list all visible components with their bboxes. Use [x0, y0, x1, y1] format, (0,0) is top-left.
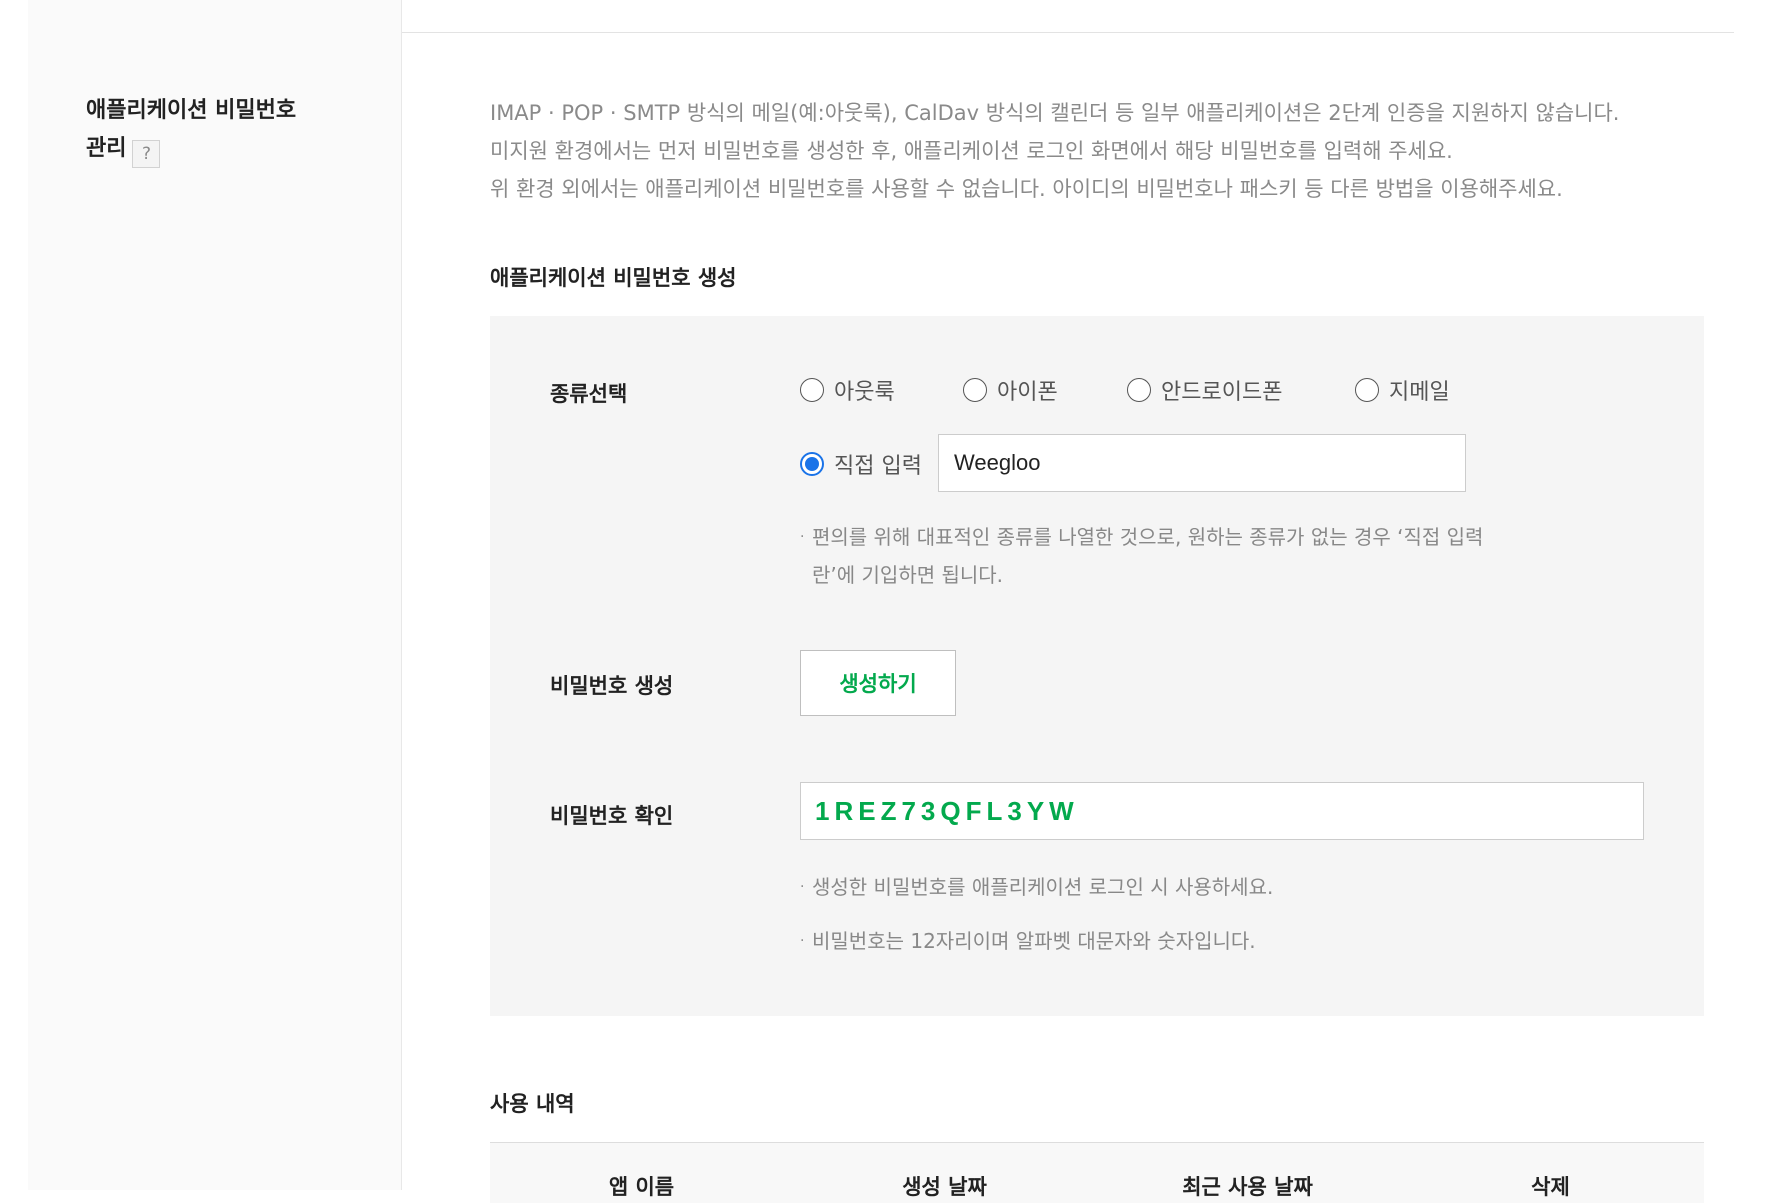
settings-section: 애플리케이션 비밀번호 관리? IMAP · POP · SMTP 방식의 메일…	[28, 0, 1734, 1203]
radio-button[interactable]	[1127, 378, 1151, 402]
radio-outlook[interactable]: 아웃룩	[800, 374, 895, 406]
create-heading: 애플리케이션 비밀번호 생성	[490, 266, 737, 290]
radio-button-selected[interactable]	[800, 452, 824, 476]
radio-button[interactable]	[800, 378, 824, 402]
radio-button[interactable]	[963, 378, 987, 402]
radio-label: 아웃룩	[834, 380, 895, 405]
section-title-line2: 관리	[86, 136, 127, 161]
password-note: · 생성한 비밀번호를 애플리케이션 로그인 시 사용하세요.	[800, 868, 1273, 906]
password-note: · 비밀번호는 12자리이며 알파벳 대문자와 숫자입니다.	[800, 922, 1256, 960]
generate-button[interactable]: 생성하기	[800, 650, 956, 716]
password-note-text: 생성한 비밀번호를 애플리케이션 로그인 시 사용하세요.	[812, 875, 1274, 899]
section-title-line1: 애플리케이션 비밀번호	[86, 98, 297, 123]
custom-type-input[interactable]	[938, 434, 1466, 492]
type-select-label: 종류선택	[550, 382, 628, 406]
create-panel: 종류선택 아웃룩 아이폰 안드로이드폰 지메일 직접 입력 · 편의를 위해 대…	[490, 316, 1704, 1016]
description-line: 미지원 환경에서는 먼저 비밀번호를 생성한 후, 애플리케이션 로그인 화면에…	[490, 139, 1453, 163]
password-note-text: 비밀번호는 12자리이며 알파벳 대문자와 숫자입니다.	[812, 929, 1256, 953]
radio-label: 아이폰	[997, 380, 1058, 405]
radio-label: 안드로이드폰	[1161, 380, 1283, 405]
radio-iphone[interactable]: 아이폰	[963, 374, 1058, 406]
help-icon[interactable]: ?	[132, 140, 161, 168]
history-table-header: 앱 이름 생성 날짜 최근 사용 날짜 삭제	[490, 1143, 1704, 1203]
section-title: 애플리케이션 비밀번호 관리?	[86, 92, 346, 168]
type-note: · 편의를 위해 대표적인 종류를 나열한 것으로, 원하는 종류가 없는 경우…	[800, 518, 1483, 594]
radio-custom[interactable]: 직접 입력	[800, 448, 922, 480]
section-label-column: 애플리케이션 비밀번호 관리?	[28, 0, 402, 1190]
column-header-delete: 삭제	[1531, 1175, 1570, 1199]
type-note-line: 란’에 기입하면 됩니다.	[812, 563, 1004, 587]
section-description: IMAP · POP · SMTP 방식의 메일(예:아웃룩), CalDav …	[490, 94, 1730, 208]
description-line: 위 환경 외에서는 애플리케이션 비밀번호를 사용할 수 없습니다. 아이디의 …	[490, 177, 1563, 201]
confirm-label: 비밀번호 확인	[550, 804, 674, 828]
history-heading: 사용 내역	[490, 1092, 575, 1116]
radio-button[interactable]	[1355, 378, 1379, 402]
type-note-line: 편의를 위해 대표적인 종류를 나열한 것으로, 원하는 종류가 없는 경우 ‘…	[812, 525, 1484, 549]
column-header-app-name: 앱 이름	[608, 1175, 675, 1199]
radio-gmail[interactable]: 지메일	[1355, 374, 1450, 406]
radio-android[interactable]: 안드로이드폰	[1127, 374, 1282, 406]
generate-label: 비밀번호 생성	[550, 674, 674, 698]
radio-label: 지메일	[1389, 380, 1450, 405]
column-header-last-used: 최근 사용 날짜	[1182, 1175, 1313, 1199]
description-line: IMAP · POP · SMTP 방식의 메일(예:아웃룩), CalDav …	[490, 101, 1620, 125]
generated-password-field[interactable]: 1REZ73QFL3YW	[800, 782, 1644, 840]
radio-label: 직접 입력	[834, 454, 922, 479]
column-header-created-date: 생성 날짜	[902, 1175, 987, 1199]
